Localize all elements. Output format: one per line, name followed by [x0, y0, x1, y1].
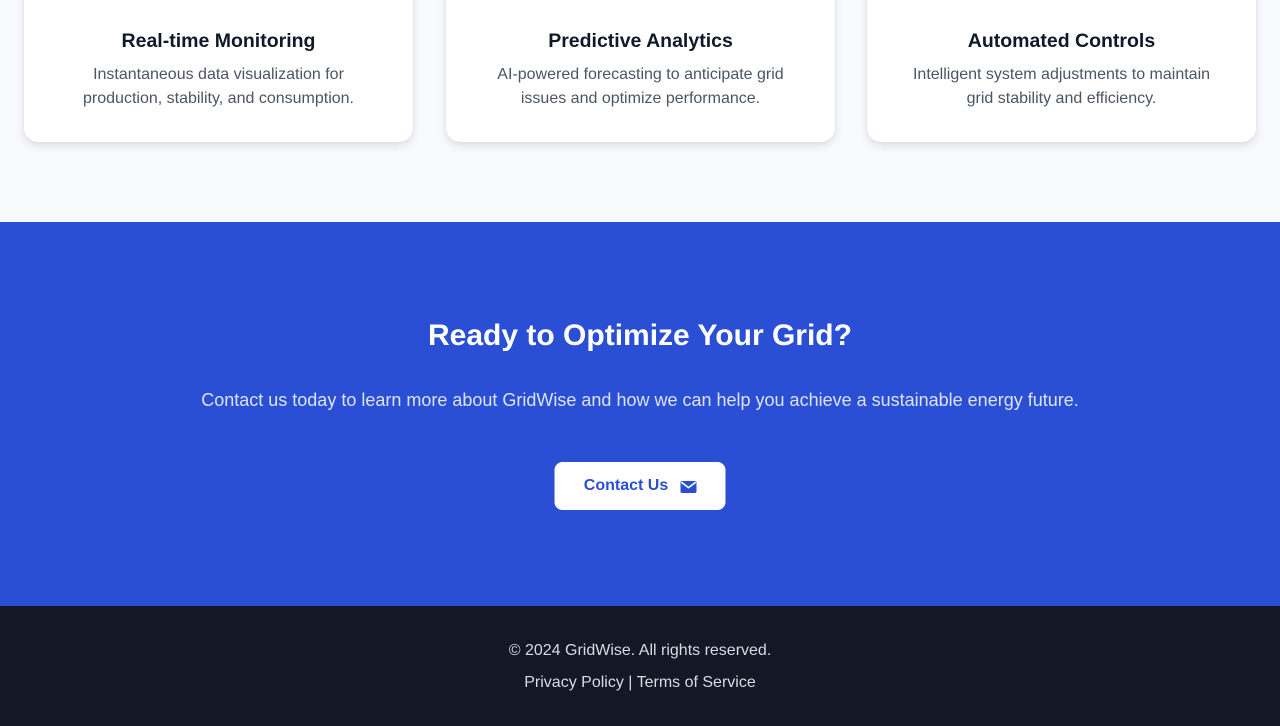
cta-title: Ready to Optimize Your Grid? — [428, 319, 852, 352]
feature-title: Real-time Monitoring — [121, 30, 316, 52]
shield-check-icon — [621, 0, 661, 6]
footer-links: Privacy Policy | Terms of Service — [0, 672, 1280, 694]
contact-us-label: Contact Us — [583, 477, 669, 494]
feature-card-analytics: Predictive Analytics AI-powered forecast… — [446, 0, 835, 142]
privacy-policy-link[interactable]: Privacy Policy — [524, 674, 624, 691]
feature-description: Intelligent system adjustments to mainta… — [912, 66, 1211, 107]
copyright-text: © 2024 GridWise. All rights reserved. — [508, 642, 772, 659]
contact-us-button[interactable]: Contact Us — [554, 462, 726, 510]
features-section: Real-time Monitoring Instantaneous data … — [0, 0, 1280, 222]
robot-icon — [1042, 0, 1082, 6]
feature-card-monitoring: Real-time Monitoring Instantaneous data … — [24, 0, 413, 142]
cta-section: Ready to Optimize Your Grid? Contact us … — [0, 222, 1280, 606]
feature-title: Automated Controls — [967, 30, 1156, 52]
feature-description: Instantaneous data visualization for pro… — [83, 66, 354, 107]
cta-text: Contact us today to learn more about Gri… — [201, 390, 1079, 410]
terms-of-service-link[interactable]: Terms of Service — [637, 674, 756, 691]
feature-title: Predictive Analytics — [548, 30, 733, 52]
envelope-icon — [680, 480, 697, 493]
feature-card-controls: Automated Controls Intelligent system ad… — [867, 0, 1256, 142]
monitor-icon — [199, 0, 239, 6]
footer: © 2024 GridWise. All rights reserved. Pr… — [0, 606, 1280, 726]
feature-description: AI-powered forecasting to anticipate gri… — [497, 66, 784, 107]
footer-separator: | — [628, 674, 633, 691]
